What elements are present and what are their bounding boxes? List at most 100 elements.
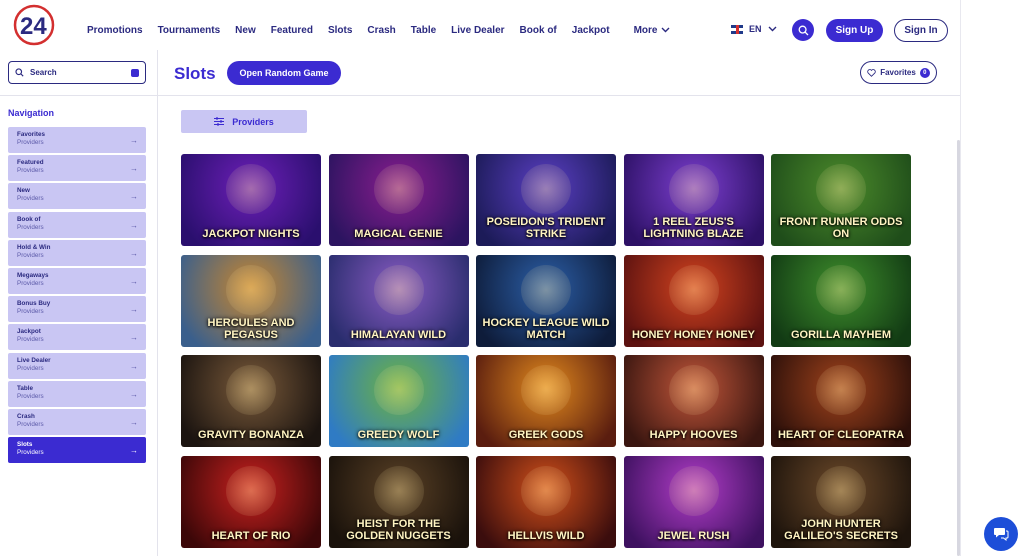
- sidebar-item-slots[interactable]: Slots Providers →: [8, 437, 146, 464]
- sidebar-item-label: Featured: [17, 159, 44, 167]
- sidebar-item-label: Favorites: [17, 131, 45, 138]
- game-title: Jackpot Nights: [202, 228, 300, 240]
- live-chat-button[interactable]: [984, 517, 1018, 551]
- arrow-right-icon: →: [130, 389, 138, 399]
- game-title: Greek Gods: [508, 429, 584, 441]
- nav-item-book-of[interactable]: Book of: [520, 25, 557, 36]
- sidebar-item-sublabel: Providers: [17, 420, 44, 428]
- sidebar-item-label: New: [17, 187, 30, 195]
- arrow-right-icon: →: [130, 276, 138, 286]
- nav-item-jackpot[interactable]: Jackpot: [572, 25, 610, 36]
- header-search-button[interactable]: [792, 19, 814, 41]
- sidebar-item-sublabel: Providers: [17, 167, 44, 175]
- arrow-right-icon: →: [130, 248, 138, 258]
- game-tile[interactable]: 1 Reel Zeus's Lightning Blaze: [623, 154, 764, 246]
- game-title: Honey Honey Honey: [631, 328, 756, 341]
- game-title: Happy Hooves: [649, 429, 738, 441]
- sign-in-button[interactable]: Sign In: [894, 19, 948, 42]
- sidebar-item-bonus-buy[interactable]: Bonus Buy Providers →: [8, 296, 146, 323]
- sign-up-button[interactable]: Sign Up: [826, 19, 883, 42]
- game-title: Hercules and Pegasus: [207, 316, 295, 341]
- game-title: Himalayan Wild: [350, 328, 447, 341]
- sidebar-item-hold-win[interactable]: Hold & Win Providers →: [8, 239, 146, 266]
- game-artwork: [668, 264, 719, 315]
- sidebar-item-sublabel: Providers: [17, 449, 44, 457]
- nav-item-promotions[interactable]: Promotions: [87, 25, 143, 36]
- sidebar-item-live-dealer[interactable]: Live Dealer Providers →: [8, 352, 146, 379]
- arrow-right-icon: →: [130, 361, 138, 371]
- sidebar: Search Navigation Favorites Providers → Fea…: [0, 50, 158, 556]
- sidebar-item-crash[interactable]: Crash Providers →: [8, 408, 146, 435]
- language-selector[interactable]: EN: [731, 24, 777, 34]
- nav-item-tournaments[interactable]: Tournaments: [158, 25, 221, 36]
- nav-item-crash[interactable]: Crash: [367, 25, 395, 36]
- game-tile[interactable]: Gravity Bonanza: [181, 355, 321, 447]
- nav-item-new[interactable]: New: [235, 25, 256, 36]
- game-tile[interactable]: Greek Gods: [476, 355, 616, 447]
- sidebar-item-table[interactable]: Table Providers →: [8, 380, 146, 407]
- game-title: Heart of Cleopatra: [777, 429, 905, 441]
- game-tile[interactable]: Heist for the Golden Nuggets: [328, 455, 469, 548]
- nav-item-featured[interactable]: Featured: [271, 25, 313, 36]
- arrow-right-icon: →: [130, 333, 138, 343]
- game-tile[interactable]: Happy Hooves: [623, 355, 764, 447]
- providers-label: Providers: [232, 116, 274, 127]
- sidebar-item-book-of[interactable]: Book of Providers →: [8, 211, 146, 238]
- sidebar-item-featured[interactable]: Featured Providers →: [8, 155, 146, 182]
- sidebar-item-jackpot[interactable]: Jackpot Providers →: [8, 324, 146, 351]
- game-tile[interactable]: Hockey League Wild Match: [476, 254, 616, 347]
- nav-more-menu[interactable]: More: [634, 25, 671, 36]
- games-grid: Jackpot Nights Magical Genie Poseidon's Tr…: [181, 154, 913, 556]
- brand-logo[interactable]: 24: [10, 3, 58, 47]
- sidebar-item-sublabel: Providers: [17, 336, 44, 344]
- game-tile[interactable]: Magical Genie: [328, 154, 469, 246]
- nav-item-slots[interactable]: Slots: [328, 25, 352, 36]
- game-title: Gorilla Mayhem: [790, 328, 892, 341]
- game-title: Heist for the Golden Nuggets: [346, 517, 451, 542]
- sidebar-item-label: Megaways: [17, 271, 49, 279]
- page-title: Slots: [174, 64, 216, 83]
- game-tile[interactable]: Heart of Rio: [181, 455, 321, 548]
- game-tile[interactable]: Himalayan Wild: [328, 254, 469, 347]
- game-tile[interactable]: Jackpot Nights: [181, 154, 321, 246]
- open-random-game-button[interactable]: Open Random Game: [227, 61, 341, 85]
- game-tile[interactable]: Gorilla Mayhem: [771, 254, 911, 347]
- game-tile[interactable]: John Hunter Galileo's Secrets: [771, 455, 911, 548]
- sidebar-item-new[interactable]: New Providers →: [8, 183, 146, 210]
- game-artwork: [816, 264, 866, 315]
- shortcut-key-icon: [131, 69, 139, 77]
- arrow-right-icon: →: [130, 136, 138, 145]
- game-tile[interactable]: Front Runner Odds On: [771, 154, 911, 246]
- game-tile[interactable]: Greedy Wolf: [328, 355, 469, 447]
- sidebar-search-input[interactable]: Search: [8, 61, 146, 84]
- game-tile[interactable]: Hercules and Pegasus: [181, 254, 321, 347]
- sidebar-item-sublabel: Providers: [17, 279, 44, 287]
- game-tile[interactable]: Hellvis Wild: [476, 455, 616, 548]
- game-tile[interactable]: Poseidon's Trident Strike: [476, 154, 616, 246]
- game-title: Poseidon's Trident Strike: [486, 216, 606, 240]
- search-placeholder: Search: [30, 68, 57, 77]
- game-artwork: [373, 465, 424, 516]
- game-title: 1 Reel Zeus's Lightning Blaze: [643, 216, 744, 240]
- game-artwork: [226, 164, 276, 214]
- game-artwork: [373, 264, 424, 315]
- nav-item-table[interactable]: Table: [411, 25, 436, 36]
- nav-item-live-dealer[interactable]: Live Dealer: [451, 25, 504, 36]
- game-tile[interactable]: Honey Honey Honey: [623, 254, 764, 347]
- game-tile[interactable]: Heart of Cleopatra: [771, 355, 911, 447]
- search-icon: [15, 68, 24, 77]
- game-artwork: [226, 465, 276, 516]
- game-artwork: [668, 465, 719, 516]
- sidebar-item-megaways[interactable]: Megaways Providers →: [8, 267, 146, 294]
- game-artwork: [816, 465, 866, 516]
- sidebar-item-label: Crash: [17, 412, 35, 420]
- favorites-label: Favorites: [880, 68, 916, 77]
- providers-filter-button[interactable]: Providers: [181, 110, 307, 133]
- game-tile[interactable]: Jewel Rush: [623, 455, 764, 548]
- game-title: Heart of Rio: [211, 529, 291, 542]
- favorites-button[interactable]: Favorites 0: [860, 61, 937, 84]
- nav-more-label: More: [633, 24, 658, 36]
- sidebar-item-favorites[interactable]: Favorites Providers →: [8, 127, 146, 153]
- page-title-bar: Slots Open Random Game Favorites 0: [158, 50, 960, 96]
- game-title: Gravity Bonanza: [198, 429, 304, 441]
